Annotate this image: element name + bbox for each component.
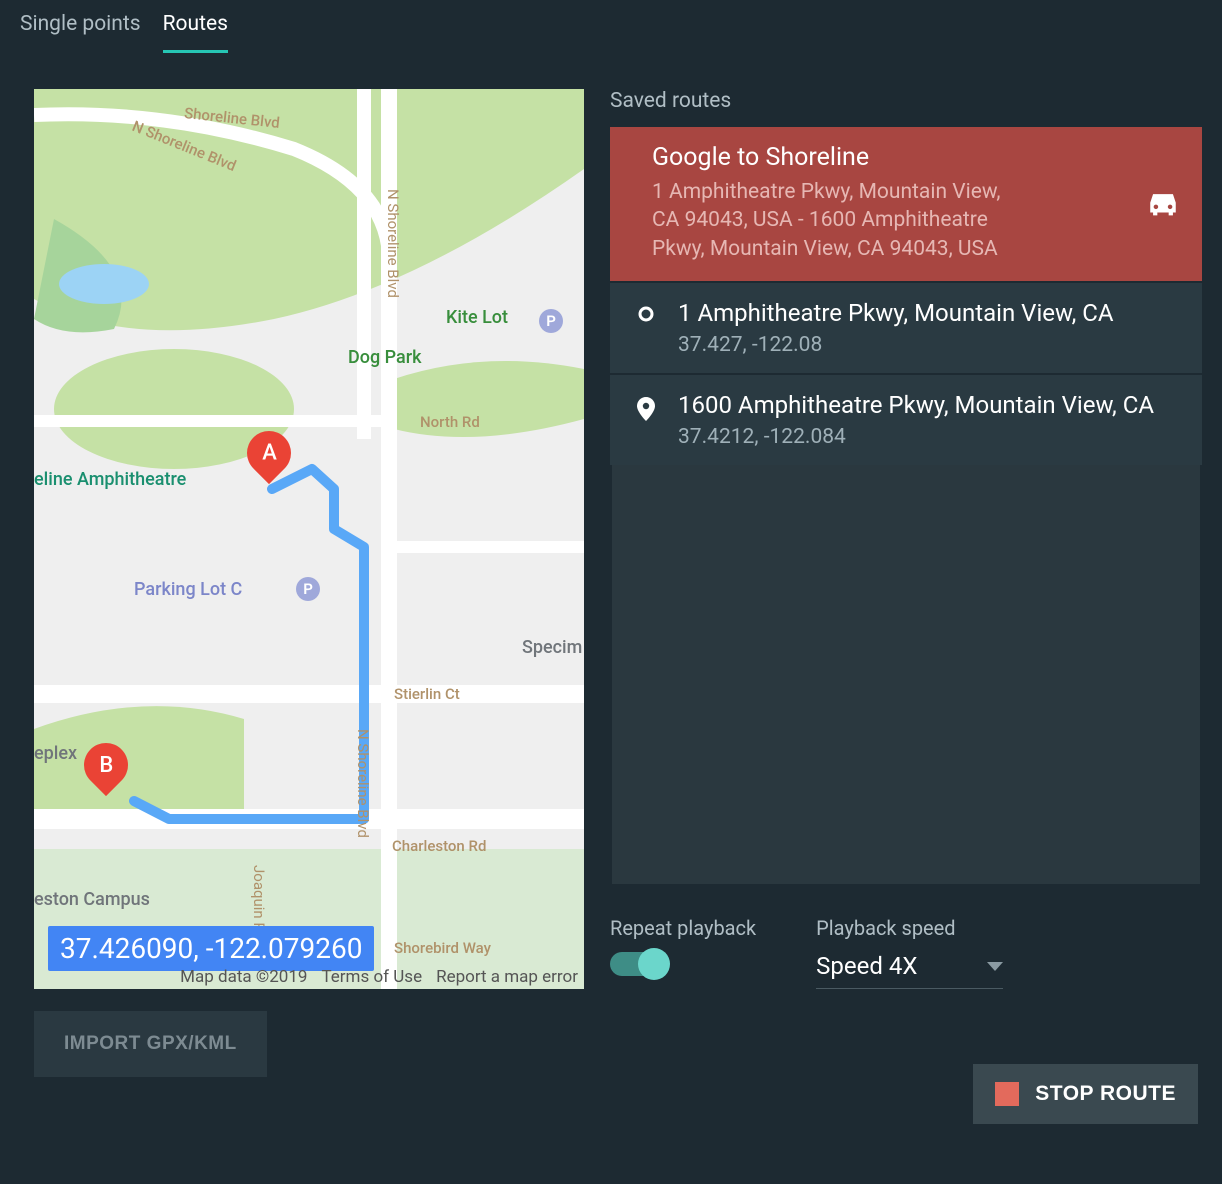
stop-route-button[interactable]: STOP ROUTE — [973, 1064, 1198, 1124]
tab-routes[interactable]: Routes — [163, 12, 228, 53]
road-charleston: Charleston Rd — [392, 837, 486, 855]
playback-speed-value: Speed 4X — [816, 952, 917, 980]
map-terms-link[interactable]: Terms of Use — [321, 967, 422, 987]
road-shorebird: Shorebird Way — [394, 939, 491, 957]
waypoint-start[interactable]: 1 Amphitheatre Pkwy, Mountain View, CA 3… — [610, 283, 1202, 375]
chevron-down-icon — [987, 962, 1003, 971]
road-n-shoreline-vert-2: N Shoreline Blvd — [354, 729, 372, 838]
route-name: Google to Shoreline — [652, 143, 1184, 172]
map-label-dog-park: Dog Park — [348, 347, 422, 368]
map-label-amphitheatre: eline Amphitheatre — [34, 469, 186, 490]
map-label-specim: Specim — [522, 637, 582, 658]
repeat-playback-toggle[interactable] — [610, 952, 666, 976]
playback-speed-control: Playback speed Speed 4X — [816, 916, 1003, 989]
waypoint-destination[interactable]: 1600 Amphitheatre Pkwy, Mountain View, C… — [610, 375, 1202, 465]
saved-routes-title: Saved routes — [610, 89, 1202, 113]
pin-a-label: A — [262, 441, 277, 466]
saved-route-item[interactable]: Google to Shoreline 1 Amphitheatre Pkwy,… — [610, 127, 1202, 281]
map-pin-a[interactable]: A — [247, 431, 291, 489]
pin-b-label: B — [99, 753, 113, 778]
car-icon — [1146, 191, 1180, 217]
circle-outline-icon — [636, 299, 656, 323]
map-attribution: Map data ©2019 Terms of Use Report a map… — [180, 967, 578, 987]
map-report-link[interactable]: Report a map error — [436, 967, 578, 987]
repeat-playback-label: Repeat playback — [610, 916, 756, 940]
road-north-rd: North Rd — [420, 413, 480, 431]
parking-icon: P — [296, 577, 320, 601]
waypoint-title: 1 Amphitheatre Pkwy, Mountain View, CA — [678, 299, 1184, 327]
route-description: 1 Amphitheatre Pkwy, Mountain View, CA 9… — [652, 178, 1032, 263]
map-label-parking: Parking Lot C — [134, 579, 242, 600]
route-map[interactable]: Kite Lot Dog Park eline Amphitheatre Par… — [34, 89, 584, 989]
tab-single-points[interactable]: Single points — [20, 12, 141, 53]
waypoint-list: 1 Amphitheatre Pkwy, Mountain View, CA 3… — [610, 281, 1202, 465]
stop-icon — [995, 1082, 1019, 1106]
map-label-eplex: eplex — [34, 743, 77, 764]
road-stierlin: Stierlin Ct — [394, 685, 460, 703]
road-joaquin: Joaquin R — [250, 865, 268, 932]
playback-speed-select[interactable]: Speed 4X — [816, 952, 1003, 989]
map-data-label: Map data ©2019 — [180, 967, 307, 987]
parking-icon: P — [539, 309, 563, 333]
road-n-shoreline-vert-1: N Shoreline Blvd — [384, 189, 402, 298]
location-pin-icon — [636, 391, 656, 421]
coord-chip: 37.426090, -122.079260 — [48, 926, 374, 971]
route-list-empty-area — [610, 465, 1202, 886]
playback-speed-label: Playback speed — [816, 916, 1003, 940]
waypoint-coords: 37.427, -122.08 — [678, 333, 1184, 357]
waypoint-title: 1600 Amphitheatre Pkwy, Mountain View, C… — [678, 391, 1184, 419]
map-label-eston: eston Campus — [34, 889, 150, 910]
repeat-playback-control: Repeat playback — [610, 916, 756, 976]
map-label-kite-lot: Kite Lot — [446, 307, 508, 328]
map-canvas — [34, 89, 584, 989]
map-pin-b[interactable]: B — [84, 743, 128, 801]
toggle-knob — [638, 948, 670, 980]
waypoint-coords: 37.4212, -122.084 — [678, 425, 1184, 449]
import-gpx-kml-button[interactable]: IMPORT GPX/KML — [34, 1011, 267, 1077]
tabs: Single points Routes — [0, 0, 1222, 53]
stop-route-label: STOP ROUTE — [1035, 1082, 1176, 1106]
